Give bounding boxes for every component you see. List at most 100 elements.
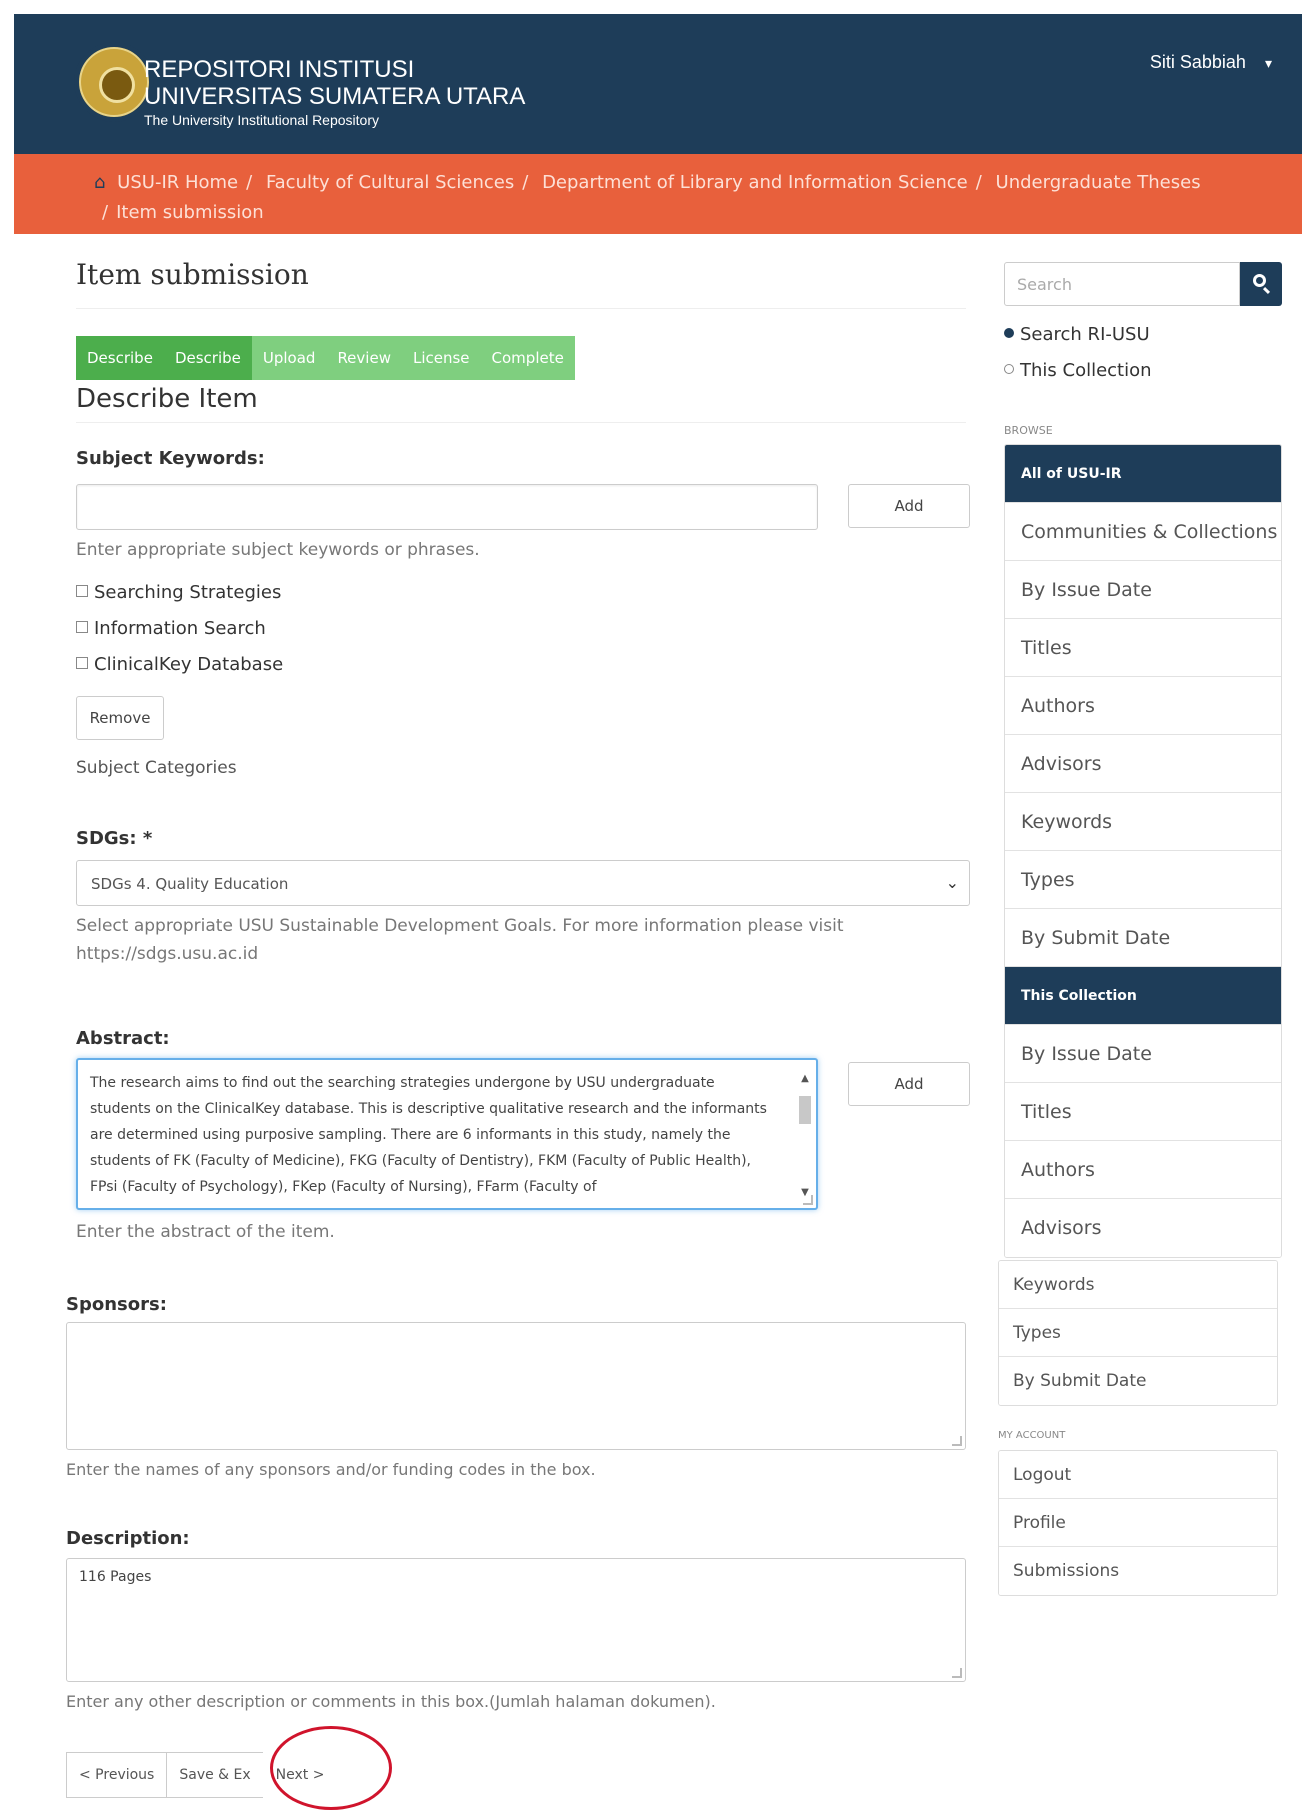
submission-progress-steps: Describe Describe Upload Review License … — [76, 336, 596, 380]
caret-down-icon: ▾ — [1264, 55, 1272, 71]
sdgs-selected-value: SDGs 4. Quality Education — [91, 875, 289, 893]
breadcrumb-item[interactable]: USU-IR Home — [117, 172, 238, 193]
collection-link[interactable]: Keywords — [999, 1261, 1277, 1309]
checkbox[interactable] — [76, 585, 88, 597]
abstract-help: Enter the abstract of the item. — [76, 1222, 335, 1242]
browse-link[interactable]: By Issue Date — [1005, 561, 1281, 619]
repo-title-line2: UNIVERSITAS SUMATERA UTARA — [144, 83, 526, 110]
step-license[interactable]: License — [401, 336, 481, 380]
radio-selected[interactable] — [1004, 328, 1014, 338]
breadcrumb-item[interactable]: Faculty of Cultural Sciences — [266, 172, 514, 193]
browse-link[interactable]: Communities & Collections — [1005, 503, 1281, 561]
sidebar-search-input[interactable]: Search — [1004, 262, 1240, 306]
resize-handle-icon[interactable] — [952, 1436, 962, 1446]
step-describe-1[interactable]: Describe — [76, 336, 164, 380]
sdgs-help-link[interactable]: https://sdgs.usu.ac.id — [76, 944, 258, 964]
breadcrumb-current: Item submission — [116, 202, 264, 223]
description-help: Enter any other description or comments … — [66, 1692, 716, 1711]
highlight-circle — [270, 1726, 392, 1810]
browse-link[interactable]: Titles — [1005, 619, 1281, 677]
remove-keyword-button[interactable]: Remove — [76, 696, 164, 740]
account-list: Logout Profile Submissions — [998, 1450, 1278, 1596]
add-abstract-button[interactable]: Add — [848, 1062, 970, 1106]
sponsors-label: Sponsors: — [66, 1294, 167, 1315]
user-menu[interactable]: Siti Sabbiah ▾ — [1150, 52, 1272, 73]
list-heading-all: All of USU-IR — [1005, 445, 1281, 503]
step-describe-2[interactable]: Describe — [163, 336, 252, 380]
subject-keywords-input[interactable] — [76, 484, 818, 530]
add-keyword-button[interactable]: Add — [848, 484, 970, 528]
my-account-heading: MY ACCOUNT — [998, 1430, 1066, 1441]
subject-keywords-label: Subject Keywords: — [76, 448, 265, 469]
collection-link[interactable]: By Issue Date — [1005, 1025, 1281, 1083]
breadcrumb: ⌂ USU-IR Home / Faculty of Cultural Scien… — [14, 154, 1302, 234]
scope-radio-row[interactable]: Search RI-USU — [1004, 324, 1150, 345]
collection-more-list: Keywords Types By Submit Date — [998, 1260, 1278, 1406]
keyword-label: Searching Strategies — [94, 582, 282, 603]
repo-title-line1: REPOSITORI INSTITUSI — [144, 56, 415, 83]
browse-heading: BROWSE — [1004, 424, 1053, 437]
scope-radio-row[interactable]: This Collection — [1004, 360, 1152, 381]
repo-subtitle: The University Institutional Repository — [144, 112, 379, 128]
sdgs-select[interactable]: SDGs 4. Quality Education ⌄ — [76, 860, 970, 906]
step-upload[interactable]: Upload — [251, 336, 327, 380]
description-label: Description: — [66, 1528, 190, 1549]
chevron-down-icon: ⌄ — [945, 873, 959, 892]
submissions-link[interactable]: Submissions — [999, 1547, 1277, 1595]
step-review[interactable]: Review — [326, 336, 402, 380]
description-text: 116 Pages — [79, 1569, 152, 1585]
abstract-label: Abstract: — [76, 1028, 170, 1049]
divider — [76, 422, 966, 423]
scope-label: This Collection — [1020, 360, 1152, 381]
repository-title[interactable]: REPOSITORI INSTITUSI UNIVERSITAS SUMATER… — [144, 56, 525, 130]
list-heading-collection: This Collection — [1005, 967, 1281, 1025]
home-icon: ⌂ — [94, 172, 106, 193]
scroll-thumb[interactable] — [799, 1096, 811, 1124]
resize-handle-icon[interactable] — [952, 1668, 962, 1678]
browse-link[interactable]: Advisors — [1005, 735, 1281, 793]
sdgs-label: SDGs: * — [76, 828, 153, 849]
sdgs-help: Select appropriate USU Sustainable Devel… — [76, 916, 844, 936]
save-exit-button[interactable]: Save & Ex — [166, 1752, 264, 1798]
scroll-up-icon[interactable]: ▲ — [798, 1066, 812, 1092]
keyword-label: Information Search — [94, 618, 266, 639]
scope-label: Search RI-USU — [1020, 324, 1150, 345]
resize-handle-icon[interactable] — [803, 1195, 813, 1205]
previous-button[interactable]: < Previous — [66, 1752, 168, 1798]
browse-link[interactable]: Keywords — [1005, 793, 1281, 851]
search-icon — [1253, 274, 1266, 287]
abstract-textarea[interactable]: The research aims to find out the search… — [76, 1058, 818, 1210]
site-header: REPOSITORI INSTITUSI UNIVERSITAS SUMATER… — [14, 14, 1302, 154]
sponsors-help: Enter the names of any sponsors and/or f… — [66, 1460, 596, 1479]
browse-link[interactable]: Authors — [1005, 677, 1281, 735]
sponsors-textarea[interactable] — [66, 1322, 966, 1450]
collection-link[interactable]: By Submit Date — [999, 1357, 1277, 1405]
breadcrumb-item[interactable]: Department of Library and Information Sc… — [542, 172, 968, 193]
scrollbar[interactable]: ▲ ▼ — [798, 1066, 812, 1202]
collection-link[interactable]: Advisors — [1005, 1199, 1281, 1257]
user-name: Siti Sabbiah — [1149, 52, 1246, 72]
keyword-checkbox-row[interactable]: Searching Strategies — [76, 582, 281, 603]
radio[interactable] — [1004, 364, 1014, 374]
university-seal-logo[interactable] — [74, 42, 154, 122]
description-textarea[interactable]: 116 Pages — [66, 1558, 966, 1682]
logout-link[interactable]: Logout — [999, 1451, 1277, 1499]
profile-link[interactable]: Profile — [999, 1499, 1277, 1547]
divider — [76, 308, 966, 309]
collection-link[interactable]: Titles — [1005, 1083, 1281, 1141]
abstract-text: The research aims to find out the search… — [90, 1075, 767, 1195]
keyword-checkbox-row[interactable]: ClinicalKey Database — [76, 654, 283, 675]
checkbox[interactable] — [76, 657, 88, 669]
keyword-checkbox-row[interactable]: Information Search — [76, 618, 266, 639]
collection-link[interactable]: Authors — [1005, 1141, 1281, 1199]
section-title: Describe Item — [76, 384, 258, 414]
subject-categories-text: Subject Categories — [76, 758, 237, 778]
collection-link[interactable]: Types — [999, 1309, 1277, 1357]
browse-link[interactable]: Types — [1005, 851, 1281, 909]
breadcrumb-item[interactable]: Undergraduate Theses — [996, 172, 1201, 193]
browse-link[interactable]: By Submit Date — [1005, 909, 1281, 967]
step-complete[interactable]: Complete — [480, 336, 575, 380]
checkbox[interactable] — [76, 621, 88, 633]
search-button[interactable] — [1240, 262, 1282, 306]
browse-all-list: All of USU-IR Communities & Collections … — [1004, 444, 1282, 1258]
